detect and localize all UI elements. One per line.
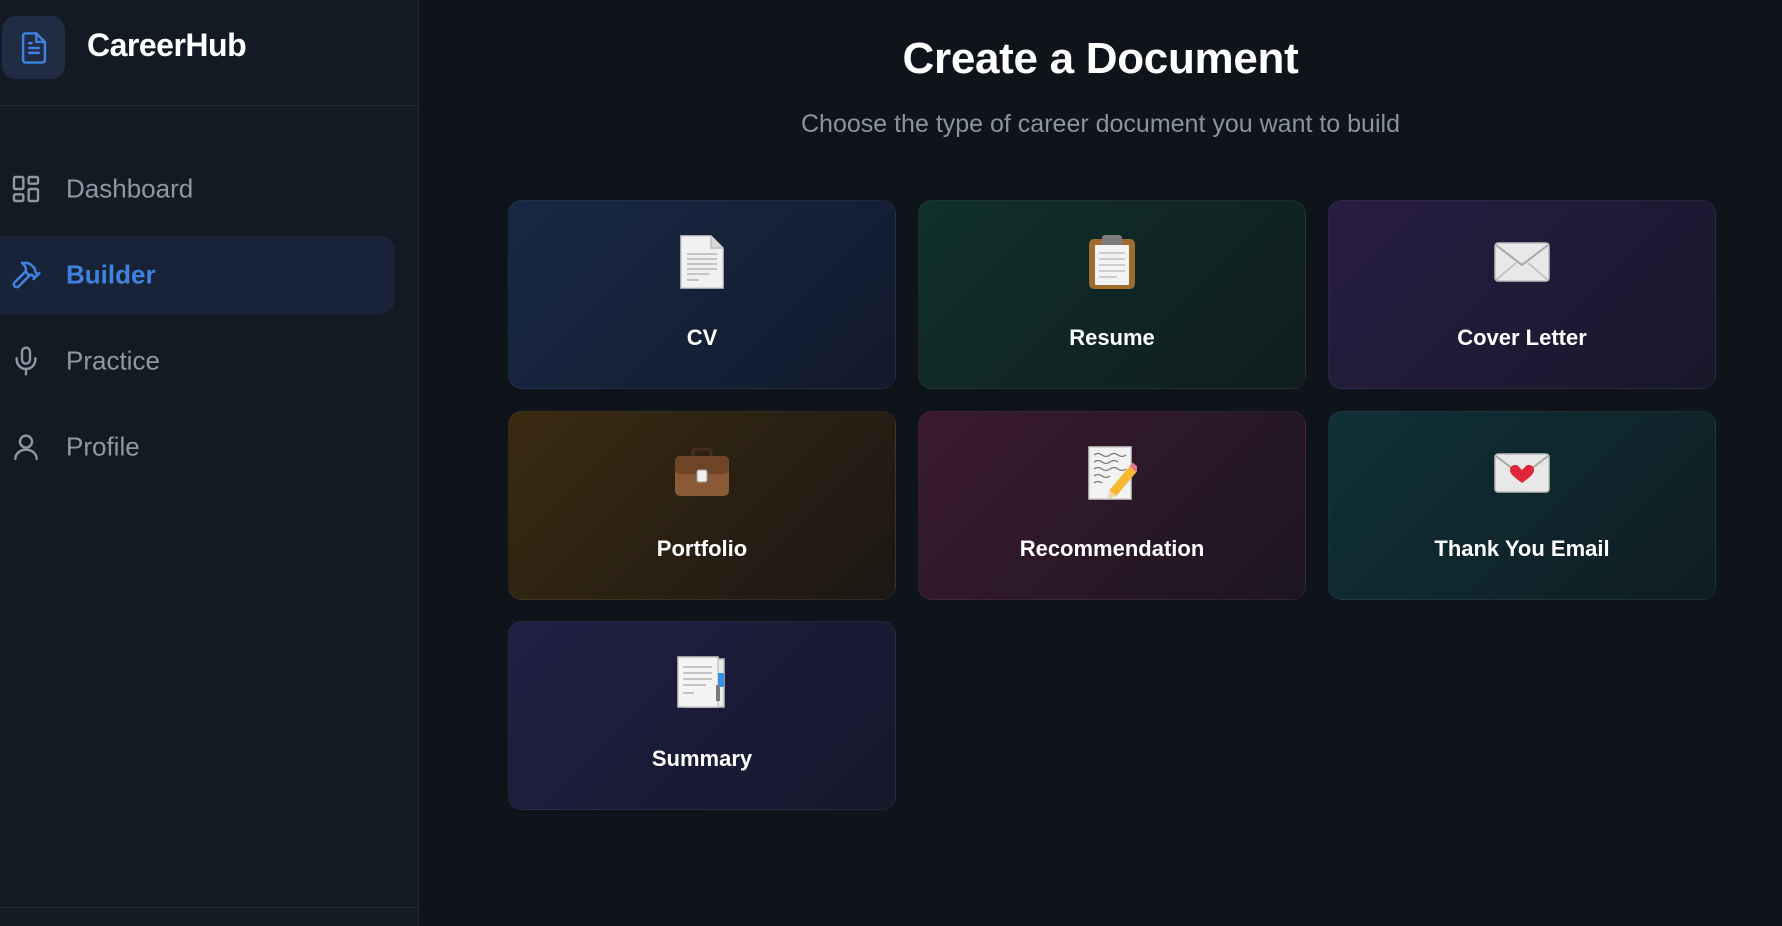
page-icon xyxy=(509,231,895,293)
user-icon xyxy=(10,431,42,463)
document-card-recommendation[interactable]: Recommendation xyxy=(918,411,1306,600)
bookmark-tabs-icon xyxy=(509,652,895,714)
card-label: CV xyxy=(686,325,718,350)
card-label: Thank You Email xyxy=(1434,536,1610,561)
divider xyxy=(0,907,418,908)
love-letter-icon xyxy=(1329,442,1715,504)
clipboard-icon xyxy=(919,231,1305,293)
microphone-icon xyxy=(10,345,42,377)
card-label: Portfolio xyxy=(656,536,748,561)
page-title: Create a Document xyxy=(902,34,1299,83)
sidebar: CareerHub Dashboard Builder Practice Pro… xyxy=(0,0,419,926)
sidebar-item-label: Practice xyxy=(66,345,160,376)
card-label: Summary xyxy=(651,746,753,771)
envelope-icon xyxy=(1329,231,1715,293)
document-card-portfolio[interactable]: Portfolio xyxy=(508,411,896,600)
card-label: Recommendation xyxy=(1019,536,1205,561)
app-window: CareerHub Dashboard Builder Practice Pro… xyxy=(0,0,1782,926)
briefcase-icon xyxy=(509,442,895,504)
brand-header: CareerHub xyxy=(0,0,418,106)
document-card-cv[interactable]: CV xyxy=(508,200,896,389)
document-icon[interactable] xyxy=(2,16,65,79)
document-card-cover-letter[interactable]: Cover Letter xyxy=(1328,200,1716,389)
sidebar-item-dashboard[interactable]: Dashboard xyxy=(0,150,395,228)
sidebar-item-profile[interactable]: Profile xyxy=(0,408,395,486)
sidebar-item-practice[interactable]: Practice xyxy=(0,322,395,400)
sidebar-item-builder[interactable]: Builder xyxy=(0,236,395,314)
document-card-resume[interactable]: Resume xyxy=(918,200,1306,389)
document-card-thank-you-email[interactable]: Thank You Email xyxy=(1328,411,1716,600)
card-label: Resume xyxy=(1069,325,1155,350)
memo-icon xyxy=(919,442,1305,504)
grid-icon xyxy=(10,173,42,205)
card-label: Cover Letter xyxy=(1457,325,1587,350)
sidebar-item-label: Dashboard xyxy=(66,173,194,204)
hammer-icon xyxy=(10,259,42,291)
page-subtitle: Choose the type of career document you w… xyxy=(801,110,1400,138)
sidebar-item-label: Profile xyxy=(66,431,140,462)
sidebar-item-label: Builder xyxy=(66,259,156,290)
document-card-summary[interactable]: Summary xyxy=(508,621,896,810)
brand-name: CareerHub xyxy=(87,27,247,63)
main-content: Create a Document Choose the type of car… xyxy=(419,0,1782,926)
